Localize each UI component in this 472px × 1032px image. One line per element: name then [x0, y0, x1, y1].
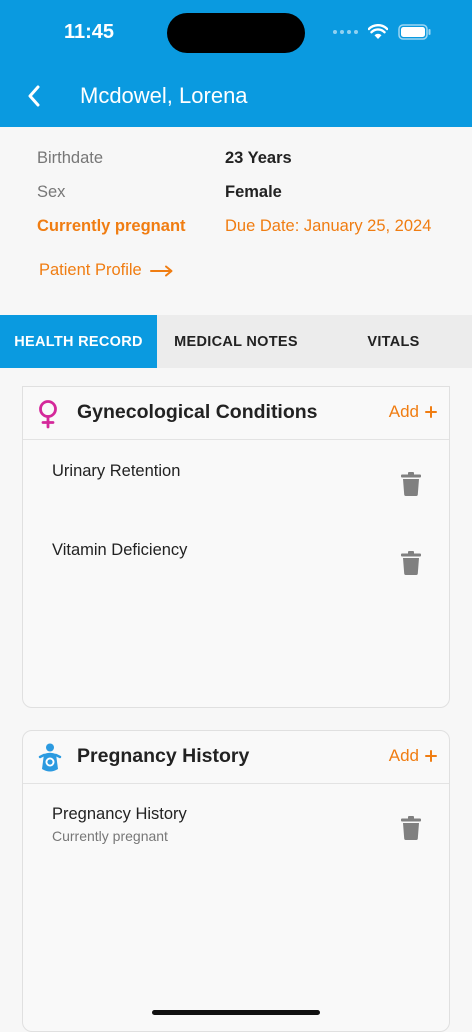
trash-icon: [401, 816, 421, 840]
app-header: 11:45 Mcdowel, Lorena: [0, 0, 472, 127]
trash-icon: [401, 551, 421, 575]
tab-health-record[interactable]: HEALTH RECORD: [0, 315, 157, 368]
card-title: Gynecological Conditions: [77, 401, 318, 423]
list-item: Urinary Retention: [52, 462, 180, 481]
card-header: Pregnancy History Add: [23, 731, 449, 784]
add-pregnancy-button[interactable]: Add: [389, 746, 437, 766]
card-title: Pregnancy History: [77, 745, 250, 767]
add-label: Add: [388, 746, 419, 765]
home-indicator[interactable]: [152, 1010, 320, 1015]
item-title: Pregnancy History: [52, 805, 187, 823]
item-title: Urinary Retention: [52, 462, 181, 480]
battery-icon: [398, 24, 431, 40]
status-icons: [333, 24, 432, 40]
plus-icon: [425, 406, 437, 418]
delete-button[interactable]: [401, 551, 421, 580]
page-title: Mcdowel, Lorena: [80, 83, 248, 108]
tab-medical-notes[interactable]: MEDICAL NOTES: [157, 315, 315, 368]
sex-label: Sex: [37, 183, 66, 201]
arrow-right-icon: [149, 265, 173, 276]
card-header: Gynecological Conditions Add: [23, 387, 449, 440]
add-gynecological-button[interactable]: Add: [389, 402, 437, 422]
patient-profile-label: Patient Profile: [39, 261, 142, 279]
delete-button[interactable]: [401, 816, 421, 845]
gynecological-conditions-card: Gynecological Conditions Add Urinary Ret…: [22, 386, 450, 708]
pregnant-icon: [38, 743, 62, 772]
item-subtitle: Currently pregnant: [52, 828, 168, 844]
list-item: Pregnancy History Currently pregnant: [52, 805, 187, 844]
back-button[interactable]: [20, 82, 48, 110]
add-label: Add: [388, 402, 419, 421]
delete-button[interactable]: [401, 472, 421, 501]
patient-profile-link[interactable]: Patient Profile: [39, 261, 174, 280]
sex-value: Female: [225, 183, 282, 201]
list-item: Vitamin Deficiency: [52, 541, 187, 560]
pregnancy-history-card: Pregnancy History Add Pregnancy History …: [22, 730, 450, 1032]
birthdate-value: 23 Years: [225, 149, 292, 167]
tab-bar: HEALTH RECORD MEDICAL NOTES VITALS: [0, 315, 472, 368]
plus-icon: [425, 750, 437, 762]
item-title: Vitamin Deficiency: [52, 541, 188, 559]
due-date: Due Date: January 25, 2024: [225, 217, 432, 235]
trash-icon: [401, 472, 421, 496]
status-time: 11:45: [64, 21, 115, 43]
dynamic-island: [167, 13, 305, 53]
wifi-icon: [368, 24, 388, 39]
female-symbol-icon: [39, 400, 57, 429]
birthdate-label: Birthdate: [37, 149, 104, 167]
pregnant-label: Currently pregnant: [37, 217, 186, 235]
tab-vitals[interactable]: VITALS: [315, 315, 472, 368]
back-arrow-icon: [28, 85, 40, 107]
signal-icon: [333, 30, 358, 34]
patient-summary: Birthdate 23 Years Sex Female Currently …: [0, 127, 472, 315]
